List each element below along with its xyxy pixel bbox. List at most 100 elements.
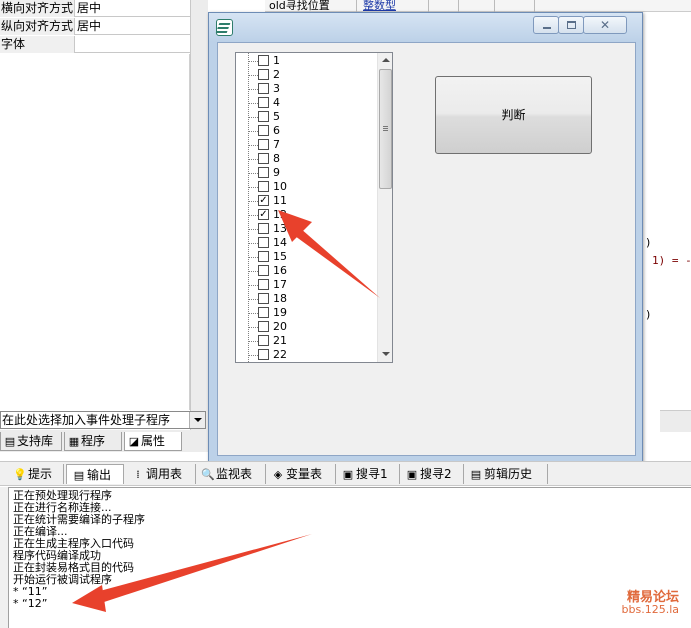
tree-branch-line: [249, 131, 258, 132]
tree-branch-line: [249, 285, 258, 286]
tab-search-1[interactable]: ▣ 搜寻1: [336, 464, 400, 484]
tree-item[interactable]: 1: [236, 54, 376, 68]
checkbox-unchecked[interactable]: [258, 125, 269, 136]
tab-search-2[interactable]: ▣ 搜寻2: [400, 464, 464, 484]
tab-label: 调用表: [146, 467, 183, 481]
checkbox-unchecked[interactable]: [258, 279, 269, 290]
tree-item[interactable]: 8: [236, 152, 376, 166]
checkbox-unchecked[interactable]: [258, 167, 269, 178]
grip-icon: [383, 126, 388, 127]
tree-branch-line: [249, 89, 258, 90]
property-value[interactable]: 居中: [77, 18, 101, 35]
tab-label: 属性: [141, 434, 166, 448]
minimize-button[interactable]: [533, 16, 559, 34]
tab-hint[interactable]: 💡提示: [8, 464, 64, 484]
tree-item[interactable]: 18: [236, 292, 376, 306]
tree-branch-line: [249, 61, 258, 62]
tree-item[interactable]: 17: [236, 278, 376, 292]
property-panel-blank: [0, 54, 190, 410]
checkbox-unchecked[interactable]: [258, 181, 269, 192]
tree-item[interactable]: 3: [236, 82, 376, 96]
magnifier-icon: 🔍: [201, 468, 215, 481]
tree-item[interactable]: 13: [236, 222, 376, 236]
tab-clip-history[interactable]: ▤ 剪辑历史: [464, 464, 548, 484]
tree-item[interactable]: 15: [236, 250, 376, 264]
checkbox-unchecked[interactable]: [258, 55, 269, 66]
checkbox-unchecked[interactable]: [258, 69, 269, 80]
tree-item[interactable]: 10: [236, 180, 376, 194]
code-fragment: ): [645, 236, 652, 249]
tree-item[interactable]: 19: [236, 306, 376, 320]
chevron-down-icon[interactable]: [189, 412, 205, 428]
tree-item[interactable]: 4: [236, 96, 376, 110]
code-cell-type[interactable]: 整数型: [357, 0, 429, 12]
dialog-titlebar[interactable]: ✕: [209, 13, 642, 42]
output-icon: ▤: [73, 469, 85, 482]
tree-item[interactable]: ✓ 12: [236, 208, 376, 222]
tree-item[interactable]: 9: [236, 166, 376, 180]
app-logo-icon: [216, 19, 233, 36]
checkbox-unchecked[interactable]: [258, 265, 269, 276]
checkbox-checked[interactable]: ✓: [258, 195, 269, 206]
checkbox-unchecked[interactable]: [258, 223, 269, 234]
checkbox-unchecked[interactable]: [258, 321, 269, 332]
property-row-font[interactable]: 字体: [0, 36, 190, 53]
tree-item[interactable]: ✓ 11: [236, 194, 376, 208]
checkbox-unchecked[interactable]: [258, 237, 269, 248]
property-value[interactable]: 居中: [77, 0, 101, 17]
tree-item[interactable]: 5: [236, 110, 376, 124]
tab-variable-table[interactable]: ◈ 变量表: [266, 464, 336, 484]
clipboard-icon: ▤: [470, 468, 482, 481]
tree-item[interactable]: 14: [236, 236, 376, 250]
tab-support-library[interactable]: ▤ 支持库: [0, 432, 62, 451]
tree-item[interactable]: 20: [236, 320, 376, 334]
close-button[interactable]: ✕: [583, 16, 627, 34]
checkbox-checked[interactable]: ✓: [258, 209, 269, 220]
checkbox-unchecked[interactable]: [258, 293, 269, 304]
checkbox-tree-list[interactable]: 1 2 3 4 5 6 7 8 9 10 ✓ 11 ✓ 12 13 14 15 16 17 18 19 20 21 22: [235, 52, 393, 363]
lightbulb-icon: 💡: [13, 468, 27, 481]
tab-call-table[interactable]: ⁞ 调用表: [126, 464, 196, 484]
tree-items: 1 2 3 4 5 6 7 8 9 10 ✓ 11 ✓ 12 13 14 15 16 17 18 19 20 21 22: [236, 53, 376, 362]
tree-item-label: 19: [273, 306, 287, 319]
property-icon: ◪: [128, 435, 140, 448]
property-key: 横向对齐方式: [0, 0, 75, 17]
panel-splitter[interactable]: [190, 0, 208, 432]
checkbox-unchecked[interactable]: [258, 139, 269, 150]
checkbox-unchecked[interactable]: [258, 335, 269, 346]
checkbox-unchecked[interactable]: [258, 153, 269, 164]
tree-item[interactable]: 22: [236, 348, 376, 362]
tree-item[interactable]: 21: [236, 334, 376, 348]
scrollbar-thumb[interactable]: [379, 69, 392, 189]
checkbox-unchecked[interactable]: [258, 307, 269, 318]
maximize-button[interactable]: [558, 16, 584, 34]
test-dialog-window[interactable]: ✕ 1 2 3 4 5 6 7 8 9 10 ✓ 11 ✓ 12 13 14 15 16 17 18 19 20 21 22 …: [208, 12, 643, 464]
scroll-up-arrow-icon[interactable]: [378, 53, 392, 68]
tree-item[interactable]: 6: [236, 124, 376, 138]
dialog-client-area: 1 2 3 4 5 6 7 8 9 10 ✓ 11 ✓ 12 13 14 15 16 17 18 19 20 21 22 判断: [217, 42, 636, 456]
checkbox-unchecked[interactable]: [258, 111, 269, 122]
property-row-h-align[interactable]: 横向对齐方式 居中: [0, 0, 190, 17]
tab-output[interactable]: ▤ 输出: [66, 464, 124, 484]
tree-item[interactable]: 7: [236, 138, 376, 152]
tree-item[interactable]: 16: [236, 264, 376, 278]
tab-property[interactable]: ◪ 属性: [124, 432, 182, 451]
checkbox-unchecked[interactable]: [258, 97, 269, 108]
tab-watch-table[interactable]: 🔍监视表: [196, 464, 266, 484]
judge-button[interactable]: 判断: [435, 76, 592, 154]
tab-program[interactable]: ▦ 程序: [64, 432, 122, 451]
event-handler-select[interactable]: 在此处选择加入事件处理子程序: [0, 411, 206, 429]
variable-icon: ◈: [273, 468, 283, 481]
tree-item-label: 15: [273, 250, 287, 263]
output-text-area[interactable]: 正在预处理现行程序 正在进行名称连接... 正在统计需要编译的子程序 正在编译... 正…: [8, 487, 691, 628]
tree-scrollbar[interactable]: [377, 53, 392, 362]
tree-item-label: 21: [273, 334, 287, 347]
property-row-v-align[interactable]: 纵向对齐方式 居中: [0, 18, 190, 35]
tree-branch-line: [249, 201, 258, 202]
checkbox-unchecked[interactable]: [258, 251, 269, 262]
scroll-down-arrow-icon[interactable]: [378, 347, 392, 362]
checkbox-unchecked[interactable]: [258, 349, 269, 360]
tree-branch-line: [249, 229, 258, 230]
checkbox-unchecked[interactable]: [258, 83, 269, 94]
tree-item[interactable]: 2: [236, 68, 376, 82]
